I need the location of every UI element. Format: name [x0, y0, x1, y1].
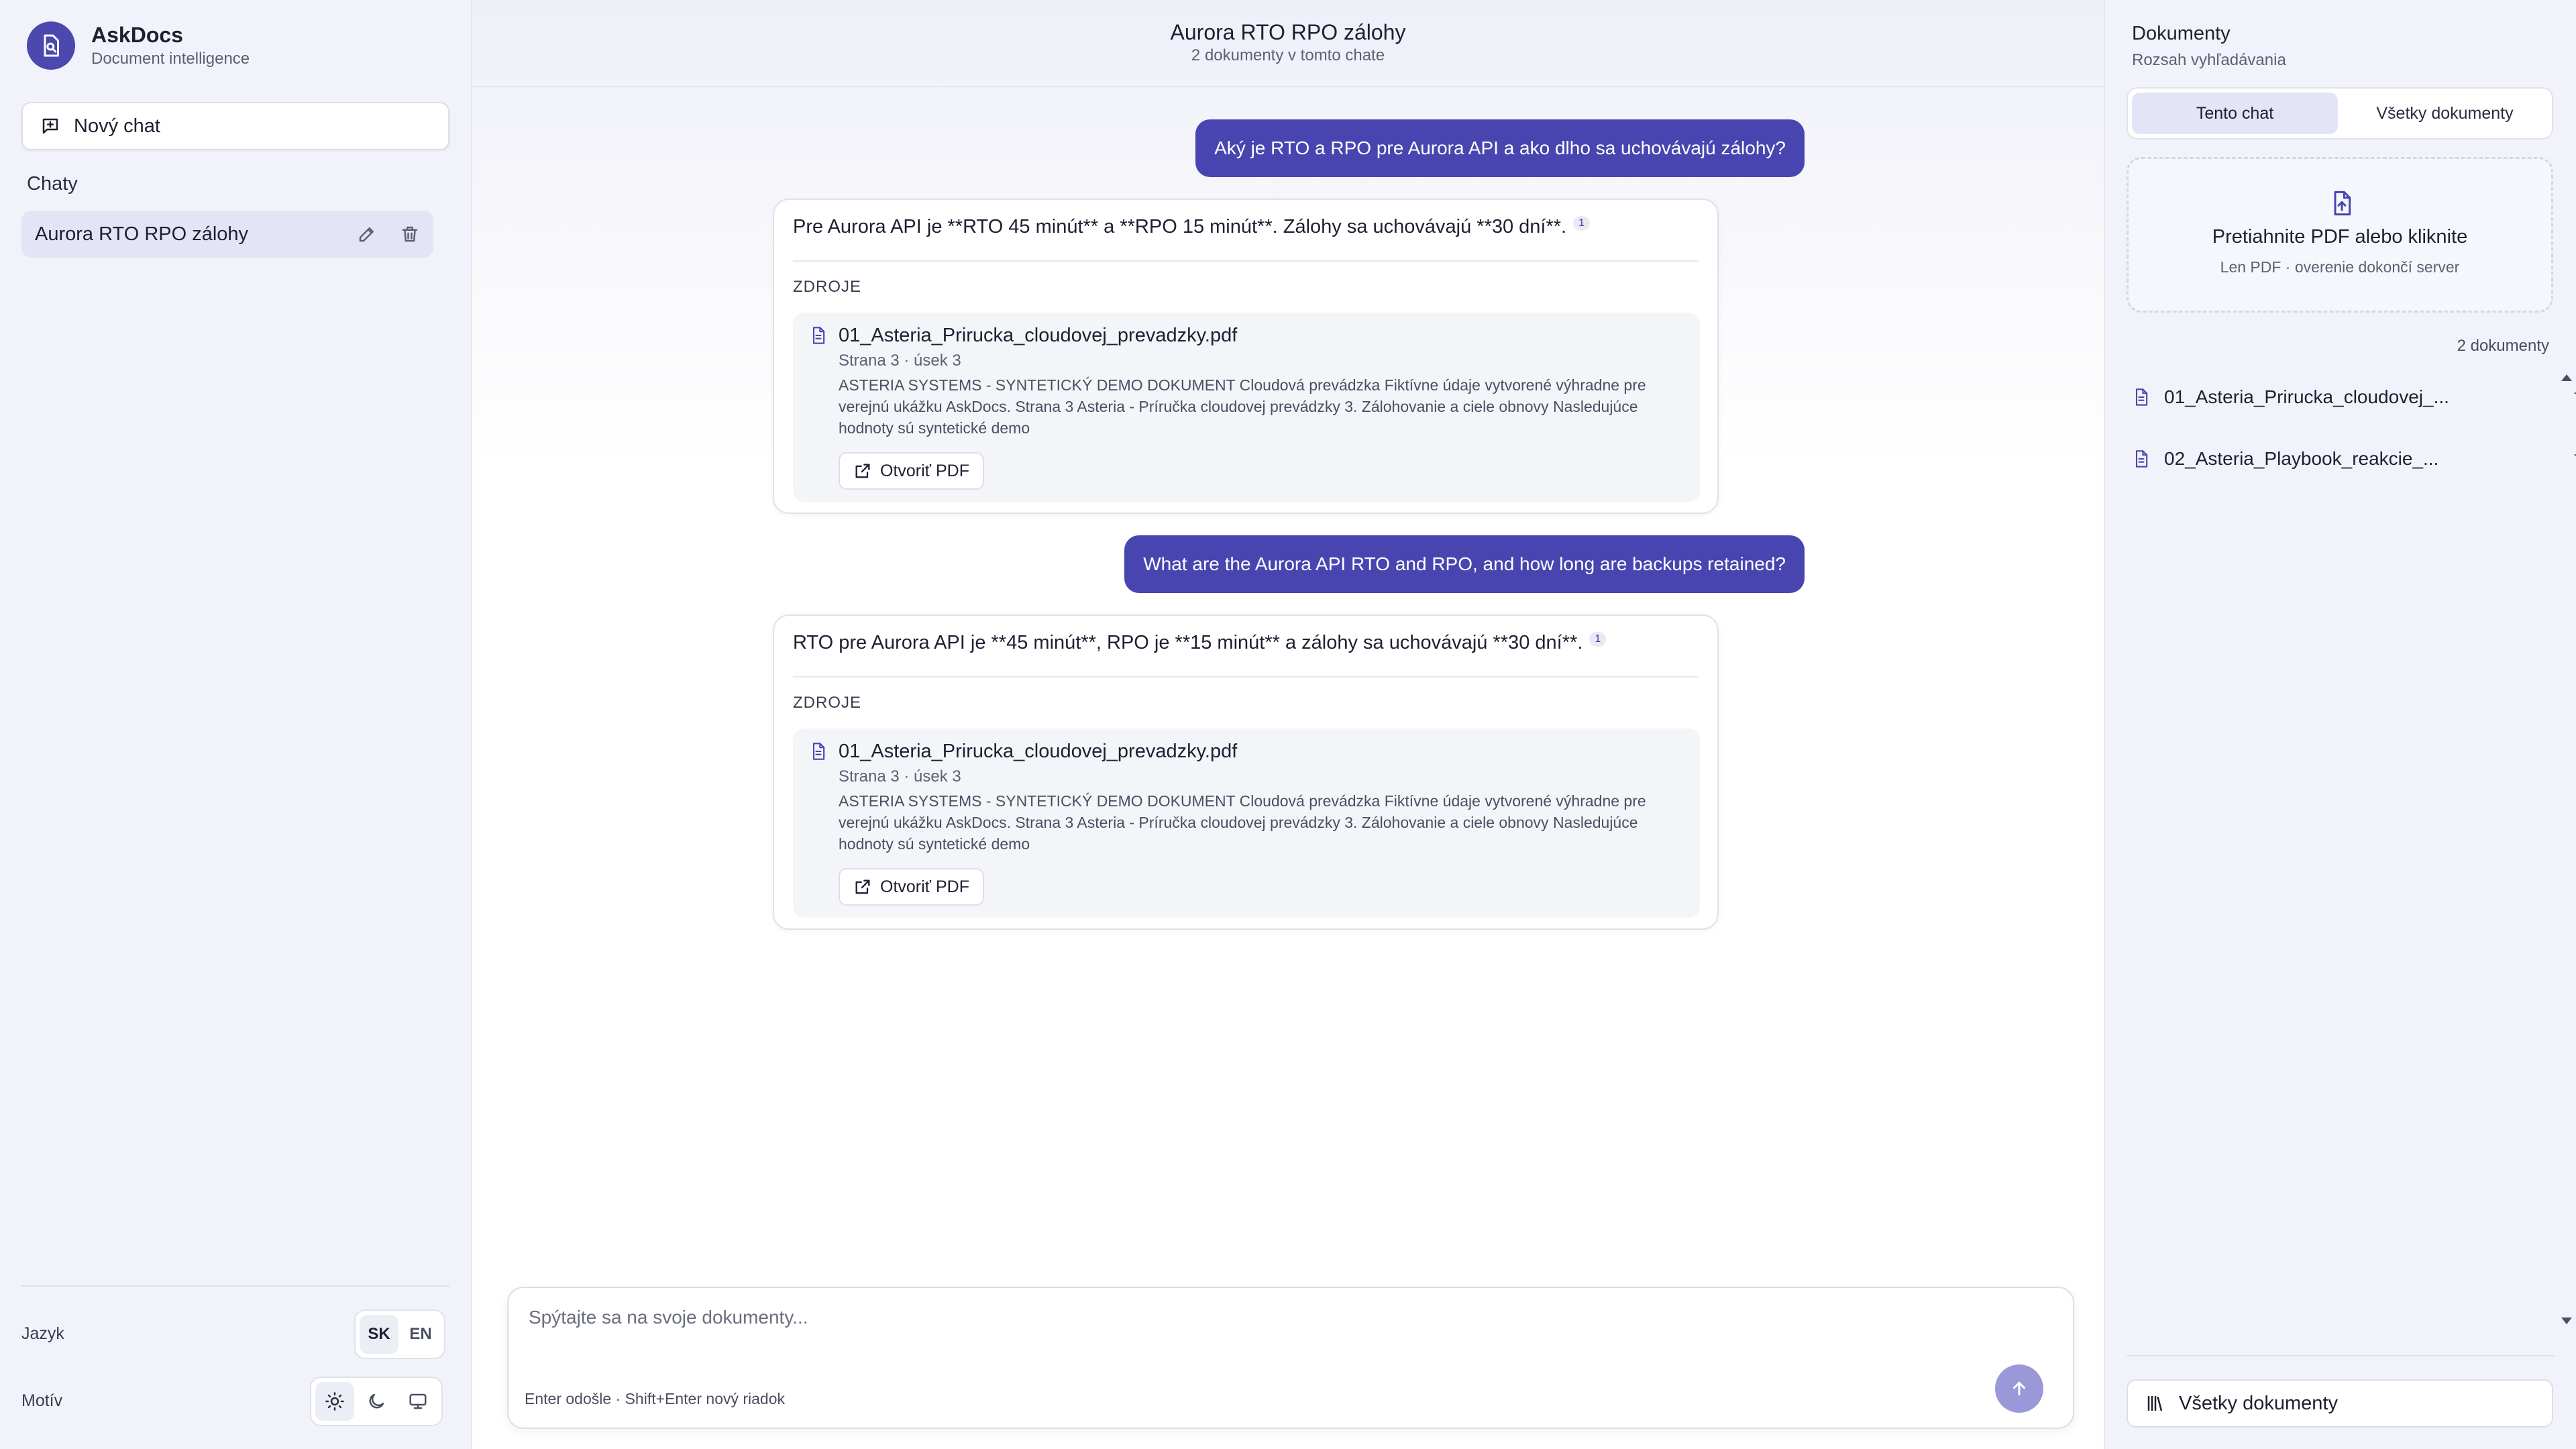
- brand: AskDocs Document intelligence: [27, 21, 250, 70]
- language-switch: SK EN: [354, 1309, 445, 1359]
- assistant-answer-text: RTO pre Aurora API je **45 minút**, RPO …: [793, 632, 1607, 654]
- chat-item-active[interactable]: Aurora RTO RPO zálohy: [21, 211, 433, 258]
- file-text-icon: [812, 327, 825, 344]
- source-card: 01_Asteria_Prirucka_cloudovej_prevadzky.…: [793, 313, 1700, 502]
- source-snippet: ASTERIA SYSTEMS - SYNTETICKÝ DEMO DOKUME…: [839, 376, 1646, 437]
- citation-badge[interactable]: 1: [1589, 632, 1607, 647]
- left-sidebar: AskDocs Document intelligence Nový chat …: [0, 0, 472, 1449]
- citation-badge[interactable]: 1: [1573, 216, 1591, 231]
- document-item[interactable]: 01_Asteria_Prirucka_cloudovej_...: [2132, 377, 2576, 417]
- source-title: 01_Asteria_Prirucka_cloudovej_prevadzky.…: [839, 741, 1238, 762]
- tab-all-documents[interactable]: Všetky dokumenty: [2342, 93, 2548, 134]
- language-label: Jazyk: [21, 1324, 64, 1343]
- external-link-icon: [855, 879, 870, 894]
- moon-icon: [369, 1393, 384, 1409]
- chat-title: Aurora RTO RPO zálohy: [1170, 20, 1406, 44]
- file-text-icon: [2135, 388, 2148, 406]
- library-icon: [2147, 1395, 2162, 1411]
- documents-panel: Dokumenty Rozsah vyhľadávania Tento chat…: [2104, 0, 2576, 1449]
- chat-subtitle: 2 dokumenty v tomto chate: [1191, 46, 1385, 64]
- open-pdf-label: Otvoriť PDF: [880, 877, 969, 896]
- documents-title: Dokumenty: [2132, 23, 2231, 44]
- file-text-icon: [812, 743, 825, 760]
- sources-label: ZDROJE: [793, 694, 861, 712]
- assistant-message: Pre Aurora API je **RTO 45 minút** a **R…: [773, 199, 1719, 514]
- theme-light-button[interactable]: [315, 1382, 354, 1421]
- brand-name: AskDocs: [91, 23, 183, 47]
- delete-icon[interactable]: [2572, 388, 2576, 407]
- message-divider: [793, 676, 1699, 678]
- document-count: 2 dokumenty: [2457, 337, 2549, 355]
- assistant-answer-text: Pre Aurora API je **RTO 45 minút** a **R…: [793, 216, 1591, 238]
- source-snippet: ASTERIA SYSTEMS - SYNTETICKÝ DEMO DOKUME…: [839, 792, 1646, 853]
- language-en[interactable]: EN: [401, 1315, 440, 1354]
- open-pdf-button[interactable]: Otvoriť PDF: [839, 868, 984, 906]
- all-documents-button[interactable]: Všetky dokumenty: [2127, 1379, 2553, 1428]
- delete-icon[interactable]: [2572, 449, 2576, 468]
- dropzone-subtitle: Len PDF · overenie dokončí server: [2220, 258, 2460, 276]
- theme-dark-button[interactable]: [357, 1382, 396, 1421]
- app-root: AskDocs Document intelligence Nový chat …: [0, 0, 2576, 1449]
- all-documents-label: Všetky dokumenty: [2179, 1392, 2338, 1414]
- document-item[interactable]: 02_Asteria_Playbook_reakcie_...: [2132, 439, 2576, 479]
- assistant-message: RTO pre Aurora API je **45 minút**, RPO …: [773, 614, 1719, 930]
- document-name: 01_Asteria_Prirucka_cloudovej_...: [2164, 386, 2449, 407]
- composer-hint: Enter odošle · Shift+Enter nový riadok: [525, 1390, 786, 1407]
- message-input[interactable]: [529, 1307, 2004, 1328]
- user-message: What are the Aurora API RTO and RPO, and…: [1124, 535, 1805, 593]
- theme-switch: [310, 1377, 443, 1426]
- chat-main: Aurora RTO RPO zálohy 2 dokumenty v tomt…: [472, 0, 2104, 1449]
- composer: Enter odošle · Shift+Enter nový riadok: [507, 1287, 2074, 1429]
- chat-header: Aurora RTO RPO zálohy 2 dokumenty v tomt…: [472, 0, 2104, 87]
- source-title: 01_Asteria_Prirucka_cloudovej_prevadzky.…: [839, 325, 1238, 346]
- scroll-up-icon[interactable]: [2561, 373, 2572, 381]
- chats-heading: Chaty: [27, 173, 78, 195]
- delete-icon[interactable]: [400, 224, 420, 244]
- brand-subtitle: Document intelligence: [91, 50, 250, 68]
- chat-item-label: Aurora RTO RPO zálohy: [35, 223, 249, 245]
- sun-icon: [325, 1392, 344, 1411]
- new-chat-label: Nový chat: [74, 115, 160, 137]
- new-chat-button[interactable]: Nový chat: [21, 102, 449, 150]
- language-sk[interactable]: SK: [360, 1315, 398, 1354]
- sidebar-divider: [21, 1285, 449, 1287]
- tab-this-chat[interactable]: Tento chat: [2132, 93, 2338, 134]
- edit-icon[interactable]: [357, 224, 377, 244]
- panel-divider: [2127, 1355, 2555, 1356]
- new-chat-icon: [42, 118, 58, 134]
- external-link-icon: [855, 464, 870, 478]
- source-card: 01_Asteria_Prirucka_cloudovej_prevadzky.…: [793, 729, 1700, 918]
- user-message: Aký je RTO a RPO pre Aurora API a ako dl…: [1195, 119, 1805, 177]
- open-pdf-label: Otvoriť PDF: [880, 461, 969, 480]
- scroll-down-icon[interactable]: [2561, 1318, 2572, 1326]
- answer-text: RTO pre Aurora API je **45 minút**, RPO …: [793, 632, 1583, 653]
- source-meta: Strana 3 · úsek 3: [839, 352, 961, 370]
- scope-switch: Tento chat Všetky dokumenty: [2127, 87, 2553, 140]
- file-upload-icon: [2334, 191, 2351, 216]
- answer-text: Pre Aurora API je **RTO 45 minút** a **R…: [793, 216, 1567, 237]
- document-name: 02_Asteria_Playbook_reakcie_...: [2164, 448, 2439, 469]
- documents-subtitle: Rozsah vyhľadávania: [2132, 51, 2286, 69]
- sources-label: ZDROJE: [793, 278, 861, 296]
- file-text-icon: [2135, 450, 2148, 468]
- send-button[interactable]: [1995, 1364, 2043, 1413]
- monitor-icon: [409, 1393, 427, 1409]
- theme-system-button[interactable]: [398, 1382, 437, 1421]
- pdf-dropzone[interactable]: Pretiahnite PDF alebo kliknite Len PDF ·…: [2127, 157, 2553, 313]
- source-meta: Strana 3 · úsek 3: [839, 767, 961, 786]
- open-pdf-button[interactable]: Otvoriť PDF: [839, 452, 984, 490]
- message-divider: [793, 260, 1699, 262]
- arrow-up-icon: [2013, 1381, 2025, 1396]
- theme-label: Motív: [21, 1391, 63, 1410]
- app-logo-icon: [27, 21, 75, 70]
- dropzone-title: Pretiahnite PDF alebo kliknite: [2212, 226, 2468, 248]
